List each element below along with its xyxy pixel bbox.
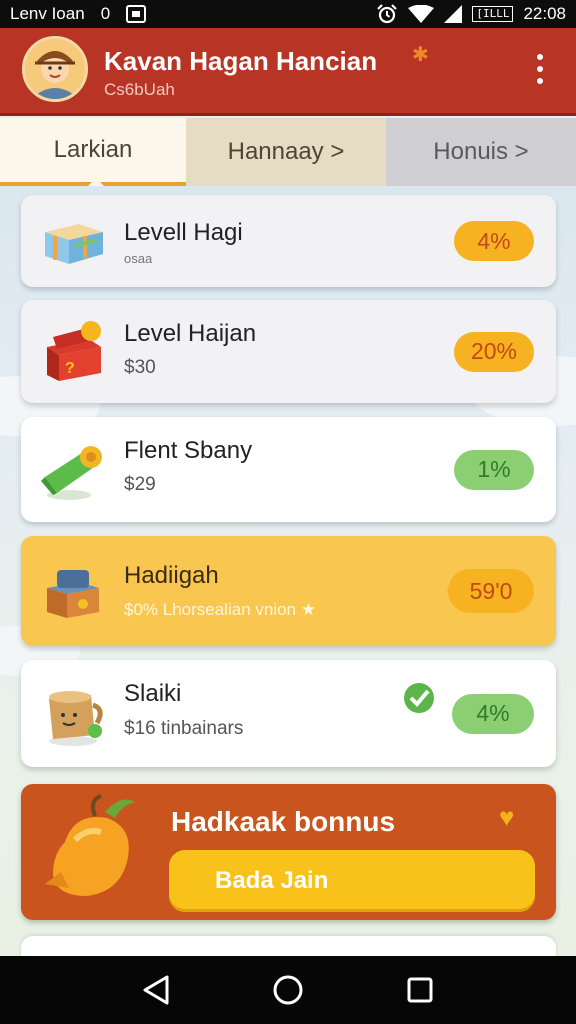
svg-text:?: ?	[65, 360, 75, 377]
list-item-partial[interactable]	[21, 936, 556, 956]
home-circle-icon	[273, 975, 303, 1005]
app-header: Kavan Hagan Hancian Cs6bUah ✱	[0, 28, 576, 116]
back-button[interactable]	[136, 970, 176, 1010]
overflow-menu-button[interactable]	[528, 52, 552, 86]
signal-icon	[444, 5, 463, 23]
recents-button[interactable]	[400, 970, 440, 1010]
home-button[interactable]	[268, 970, 308, 1010]
item-subtitle: $0% Lhorsealian vnion ★	[124, 600, 316, 619]
alarm-icon	[377, 4, 398, 24]
item-subtitle: $16 tinbainars	[124, 718, 244, 739]
wifi-icon	[408, 5, 435, 23]
tab-label: Hannaay >	[227, 138, 345, 165]
list-item[interactable]: Flent Sbany $29 1%	[21, 417, 556, 522]
back-triangle-icon	[143, 975, 169, 1005]
check-icon	[404, 683, 434, 713]
percent-badge: 4%	[452, 693, 534, 734]
tab-bar: Larkian Hannaay > Honuis >	[0, 118, 576, 186]
system-nav-bar	[0, 956, 576, 1024]
tab-label: Larkian	[53, 136, 133, 163]
bonus-title: Hadkaak bonnus	[171, 806, 396, 837]
mug-character-icon	[49, 690, 103, 746]
avatar[interactable]	[22, 36, 88, 102]
sim-label: 0	[100, 4, 111, 23]
percent-badge: 20%	[454, 331, 534, 372]
list-item[interactable]: Slaiki $16 tinbainars 4%	[21, 660, 556, 767]
bonus-join-button[interactable]: Bada Jain	[169, 850, 535, 912]
avatar-face-icon	[25, 39, 85, 99]
clock: 22:08	[523, 4, 566, 23]
battery-icon: [ILLL	[472, 6, 514, 22]
mango-fruit-icon	[45, 794, 135, 896]
blue-gift-box-icon	[45, 224, 103, 264]
item-title: Levell Hagi	[124, 219, 243, 246]
status-bar: Lenv Ioan 0 [ILLL 22:08	[0, 0, 576, 28]
red-treasure-chest-icon: ?	[47, 320, 101, 381]
item-title: Flent Sbany	[124, 437, 253, 464]
list-item[interactable]: ? Level Haijan $30 20%	[21, 300, 556, 403]
page-title: Kavan Hagan Hancian	[104, 46, 378, 76]
gold-chest-icon	[47, 570, 99, 618]
item-title: Slaiki	[124, 680, 182, 707]
star-icon: ✱	[412, 44, 429, 66]
item-title: Hadiigah	[124, 562, 219, 589]
tab-hannaay[interactable]: Hannaay >	[186, 118, 386, 186]
heart-icon: ♥	[499, 802, 515, 832]
green-scroll-icon	[41, 445, 102, 500]
tab-label: Honuis >	[433, 138, 529, 165]
page-subtitle: Cs6bUah	[104, 80, 175, 99]
list-item[interactable]: Levell Hagi osaa 4%	[21, 195, 556, 287]
reward-list[interactable]: Levell Hagi osaa 4% ? Level Haijan $30 2…	[0, 186, 576, 956]
percent-badge: 59'0	[448, 569, 534, 613]
item-subtitle: $29	[124, 474, 156, 495]
item-title: Level Haijan	[124, 320, 257, 347]
percent-badge: 4%	[454, 221, 534, 261]
percent-badge: 1%	[454, 449, 534, 490]
active-tab-indicator	[88, 178, 104, 186]
list-item-highlighted[interactable]: Hadiigah $0% Lhorsealian vnion ★ 59'0	[21, 536, 556, 646]
carrier-text: Lenv Ioan	[10, 4, 85, 23]
item-subtitle: osaa	[124, 251, 153, 266]
item-subtitle: $30	[124, 357, 156, 378]
notification-icon	[126, 5, 147, 23]
tab-honuis[interactable]: Honuis >	[386, 118, 576, 186]
tab-larkian[interactable]: Larkian	[0, 118, 186, 186]
bonus-card[interactable]: Hadkaak bonnus ♥ Bada Jain	[21, 784, 556, 920]
recents-square-icon	[407, 977, 433, 1003]
